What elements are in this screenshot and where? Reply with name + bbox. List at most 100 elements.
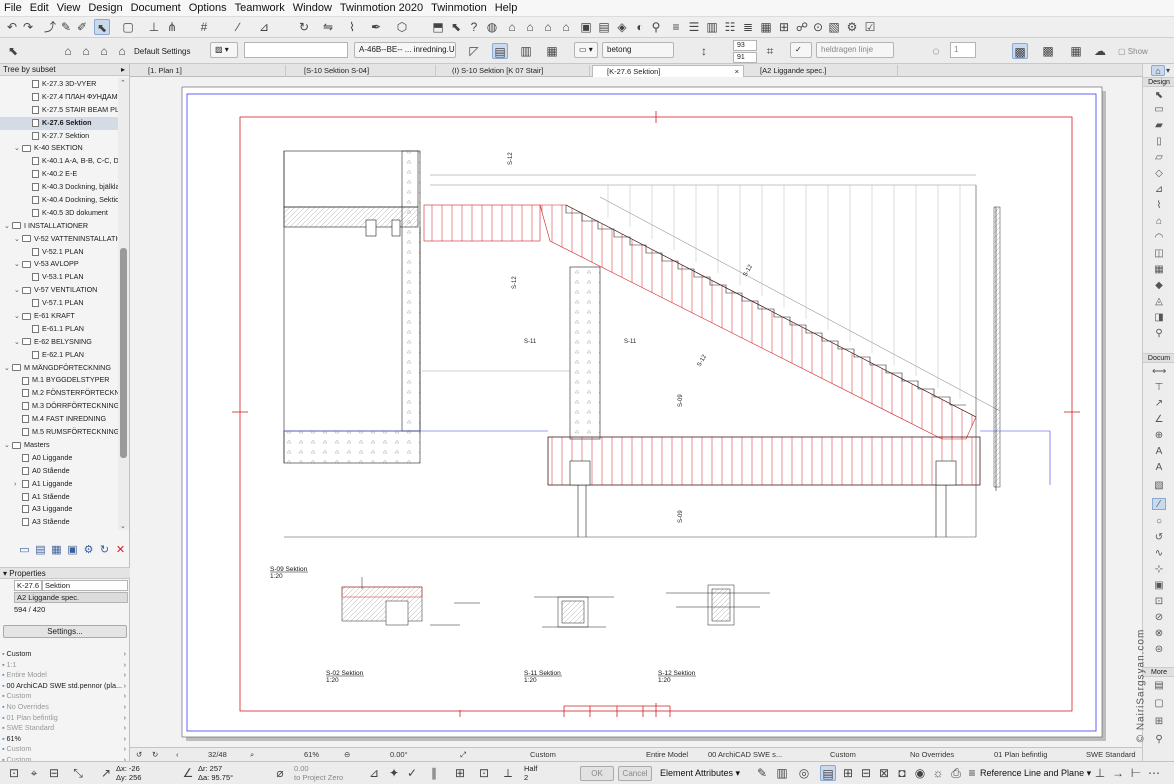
- reference-line-dropdown[interactable]: Reference Line and Plane ▾: [980, 768, 1091, 779]
- quick-option-row[interactable]: ▪ SWE Standard ›: [2, 723, 126, 734]
- arrow-select-icon[interactable]: ⬉: [94, 19, 110, 35]
- quick-option-row[interactable]: ▪ 61% ›: [2, 734, 126, 745]
- offset-icon[interactable]: ⊡: [476, 765, 492, 781]
- chevron-right-icon[interactable]: ›: [124, 713, 126, 724]
- circle-tool-icon[interactable]: ○: [1152, 516, 1166, 528]
- pen-weight-icon[interactable]: ◌: [928, 43, 944, 59]
- hotspot-tool-icon[interactable]: ⊹: [1152, 564, 1166, 576]
- snap-fraction[interactable]: 2: [524, 773, 528, 782]
- hatch-fill-icon[interactable]: ▩: [1012, 43, 1028, 59]
- geometry-2-icon[interactable]: ⌂: [78, 43, 94, 59]
- new-folder-icon[interactable]: ▦: [50, 544, 63, 557]
- tree-item[interactable]: M.2 FÖNSTERFÖRTECKNI: [0, 387, 118, 400]
- window-icon[interactable]: ▣: [578, 19, 594, 35]
- reference-icon[interactable]: ⊥: [1092, 765, 1108, 781]
- delete-icon[interactable]: ✕: [114, 544, 127, 557]
- open-icon[interactable]: ▣: [66, 544, 79, 557]
- tree-item[interactable]: A3 Stående: [0, 516, 118, 529]
- tree-item[interactable]: ⌄ E-61 KRAFT: [0, 310, 118, 323]
- tree-item[interactable]: K-40.4 Dockning, Sektio: [0, 194, 118, 207]
- new-subset-icon[interactable]: ▤: [34, 544, 47, 557]
- spline-tool-icon[interactable]: ∿: [1152, 548, 1166, 560]
- tree-item[interactable]: V-52.1 PLAN: [0, 246, 118, 259]
- section-tool-icon[interactable]: ⊘: [1152, 612, 1166, 624]
- orientation-angle[interactable]: 0.00°: [390, 748, 408, 762]
- chevron-right-icon[interactable]: ›: [124, 660, 126, 671]
- new-layout-icon[interactable]: ▭: [18, 544, 31, 557]
- pen-set-dropdown[interactable]: 00 ArchiCAD SWE s...: [708, 748, 782, 762]
- pen-icon[interactable]: ∕: [230, 19, 246, 35]
- tree-item[interactable]: K-40.2 E-E: [0, 168, 118, 181]
- syringe-icon[interactable]: ✐: [74, 19, 90, 35]
- close-icon[interactable]: ×: [735, 66, 739, 77]
- trace-icon[interactable]: ⬒: [430, 19, 446, 35]
- drag-icon[interactable]: ⊞: [452, 765, 468, 781]
- chevron-right-icon[interactable]: ›: [124, 670, 126, 681]
- navigator-scrollbar[interactable]: ⌃ ⌄: [118, 78, 129, 530]
- tree-item[interactable]: ⌄ Masters: [0, 439, 118, 452]
- navigator-header[interactable]: Tree by subset ▸: [0, 64, 129, 76]
- angle-dimension-tool-icon[interactable]: ∠: [1152, 414, 1166, 426]
- level-dimension-tool-icon[interactable]: ⊤: [1152, 382, 1166, 394]
- view-3-icon[interactable]: ▥: [518, 43, 534, 59]
- gravity-icon[interactable]: ⊥: [146, 19, 162, 35]
- grid-icon[interactable]: #: [196, 19, 212, 35]
- chevron-right-icon[interactable]: ›: [124, 723, 126, 734]
- walk-icon[interactable]: ⚲: [648, 19, 664, 35]
- tree-item[interactable]: K-27.6 Sektion: [0, 116, 118, 130]
- quick-option-row[interactable]: ▪ Entire Model ›: [2, 670, 126, 681]
- cube-icon[interactable]: ◈: [614, 19, 630, 35]
- document-header[interactable]: Docum: [1143, 353, 1174, 363]
- print-icon[interactable]: ⎙: [948, 765, 964, 781]
- pen-tool-icon[interactable]: ✎: [754, 765, 770, 781]
- tree-item[interactable]: M.5 RUMSFÖRTECKNING: [0, 426, 118, 439]
- skylight-tool-icon[interactable]: ◫: [1152, 248, 1166, 260]
- menu-item-document[interactable]: Document: [131, 2, 181, 14]
- fit-icon[interactable]: ⤢: [460, 748, 466, 762]
- view-2-icon[interactable]: ▤: [492, 43, 508, 59]
- properties-header[interactable]: ▾ Properties: [0, 567, 130, 579]
- menu-item-view[interactable]: View: [57, 2, 81, 14]
- apply-pattern-icon[interactable]: ⊠: [876, 765, 892, 781]
- tree-item[interactable]: ⌄ E-62 BELYSNING: [0, 336, 118, 349]
- material-picker[interactable]: ▭ ▾: [574, 42, 598, 58]
- magic-wand-icon[interactable]: ✦: [386, 765, 402, 781]
- wall-tool-icon[interactable]: ▰: [1152, 120, 1166, 132]
- quick-option-row[interactable]: ▪ 1:1 ›: [2, 660, 126, 671]
- model-view-dropdown[interactable]: Entire Model: [646, 748, 688, 762]
- parallel-icon[interactable]: ∥: [426, 765, 442, 781]
- material-dropdown[interactable]: betong: [602, 42, 674, 58]
- ruler-icon[interactable]: ⊿: [256, 19, 272, 35]
- tree-item[interactable]: E-61.1 PLAN: [0, 323, 118, 336]
- chevron-right-icon[interactable]: ›: [124, 649, 126, 660]
- camera-tool-icon[interactable]: ▢: [1152, 698, 1166, 710]
- view-4-icon[interactable]: ▦: [544, 43, 560, 59]
- redo-icon[interactable]: ↷: [20, 19, 36, 35]
- pick-up-icon[interactable]: ⤴: [42, 19, 58, 35]
- pin-icon[interactable]: ⊙: [810, 19, 826, 35]
- line-tool-icon[interactable]: ∕: [1152, 498, 1166, 510]
- selection-icon[interactable]: ⬉: [5, 43, 21, 59]
- menu-item-options[interactable]: Options: [189, 2, 227, 14]
- prev-page-icon[interactable]: ‹: [176, 748, 179, 762]
- select-pointer-icon[interactable]: ⬉: [448, 19, 464, 35]
- morph-tool-icon[interactable]: ◆: [1152, 280, 1166, 292]
- railing-tool-icon[interactable]: ⌇: [1152, 200, 1166, 212]
- quick-option-row[interactable]: ▪ Custom ›: [2, 649, 126, 660]
- polyline-tool-icon[interactable]: ↺: [1152, 532, 1166, 544]
- text-tool-icon[interactable]: A: [1152, 446, 1166, 458]
- height-icon[interactable]: ↕: [696, 43, 712, 59]
- arrow-tool-icon[interactable]: ⬉: [1152, 90, 1166, 102]
- layout-pattern-icon[interactable]: ⊟: [858, 765, 874, 781]
- target-icon[interactable]: ◎: [796, 765, 812, 781]
- element-attributes-dropdown[interactable]: Element Attributes ▾: [660, 768, 740, 779]
- table-icon[interactable]: ⊞: [776, 19, 792, 35]
- tree-item[interactable]: K-27.4 ПЛАН ФУНДАМЕ: [0, 91, 118, 104]
- fill-tool-icon[interactable]: ▧: [1152, 480, 1166, 492]
- photo-icon[interactable]: ◘: [894, 765, 910, 781]
- chevron-right-icon[interactable]: ›: [124, 691, 126, 702]
- menu-item-twinmotion[interactable]: Twinmotion: [431, 2, 487, 14]
- check-mark-icon[interactable]: ✓: [404, 765, 420, 781]
- marquee-icon[interactable]: ▢: [120, 19, 136, 35]
- stair-tool-icon[interactable]: ⊿: [1152, 184, 1166, 196]
